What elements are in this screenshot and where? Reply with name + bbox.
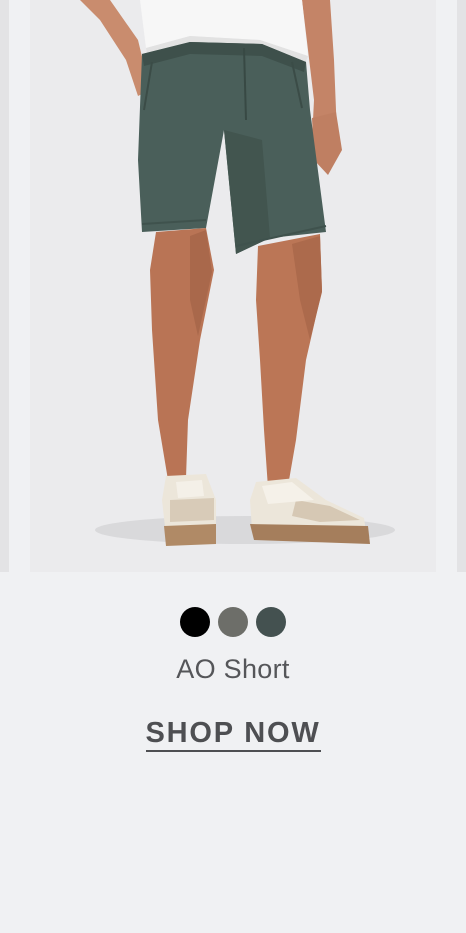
- product-photo: [30, 0, 436, 572]
- previous-slide-peek[interactable]: [0, 0, 9, 572]
- swatch-grey[interactable]: [218, 607, 248, 637]
- shop-now-link[interactable]: SHOP NOW: [145, 716, 321, 752]
- product-name[interactable]: AO Short: [0, 654, 466, 685]
- product-carousel[interactable]: [0, 0, 466, 572]
- shop-now-container: SHOP NOW: [0, 716, 466, 752]
- swatch-green[interactable]: [256, 607, 286, 637]
- color-swatches: [0, 607, 466, 637]
- product-image[interactable]: [30, 0, 436, 572]
- product-card-page: AO Short SHOP NOW: [0, 0, 466, 933]
- swatch-black[interactable]: [180, 607, 210, 637]
- next-slide-peek[interactable]: [457, 0, 466, 572]
